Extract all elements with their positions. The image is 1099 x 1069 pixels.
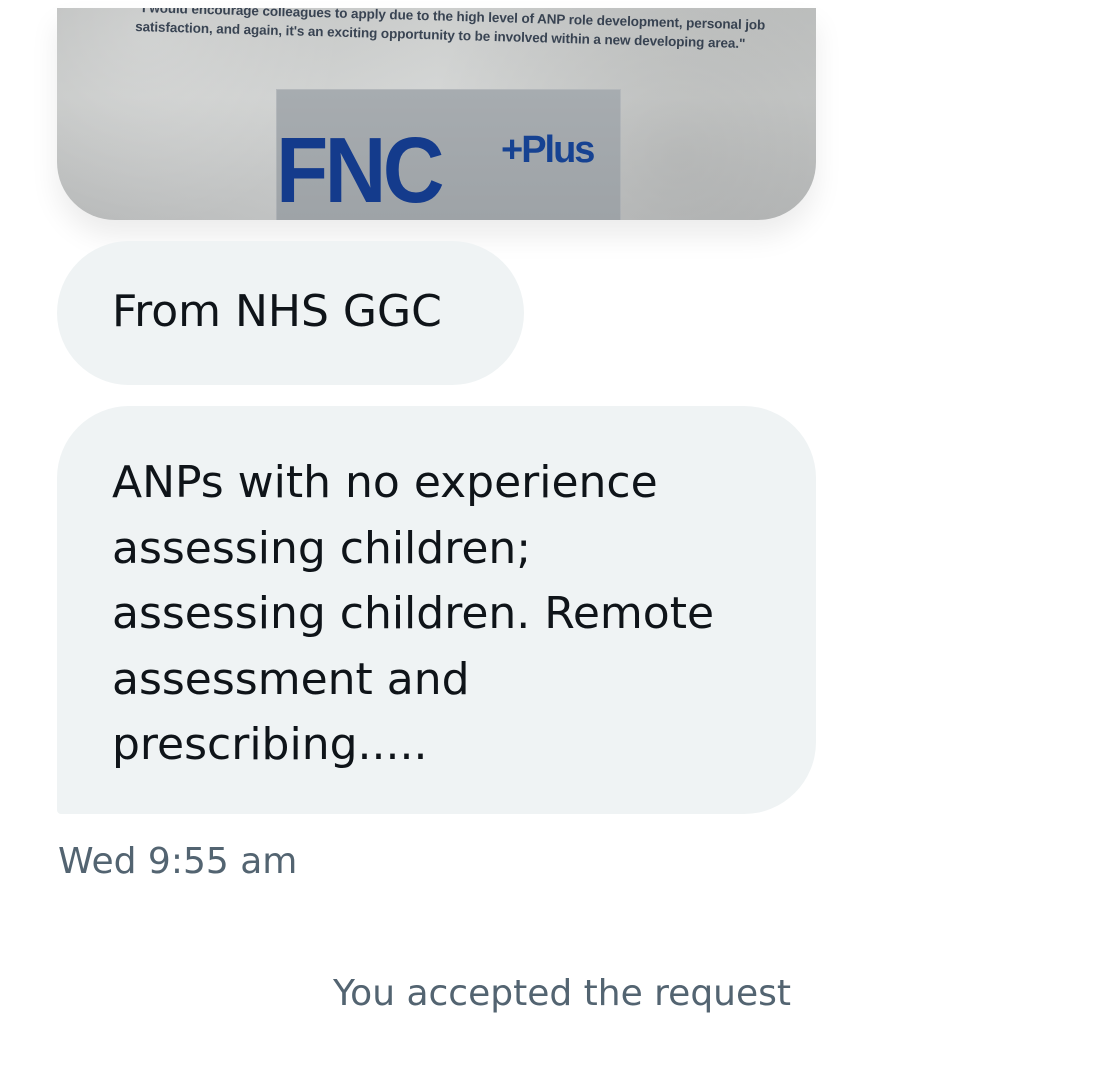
shared-image-message[interactable]: "I would encourage colleagues to apply d…: [57, 8, 816, 220]
request-accepted-status: You accepted the request: [332, 973, 792, 1014]
plus-logo-text: +Plus: [501, 129, 595, 171]
fnc-logo-text: FNC: [276, 118, 444, 220]
fnc-plus-logo: FNC +Plus: [276, 89, 621, 220]
message-bubble-anp-experience[interactable]: ANPs with no experience assessing childr…: [57, 406, 816, 814]
message-bubble-from-nhs-ggc[interactable]: From NHS GGC: [57, 241, 524, 385]
message-conversation: "I would encourage colleagues to apply d…: [0, 0, 1099, 1069]
message-timestamp: Wed 9:55 am: [58, 841, 298, 882]
